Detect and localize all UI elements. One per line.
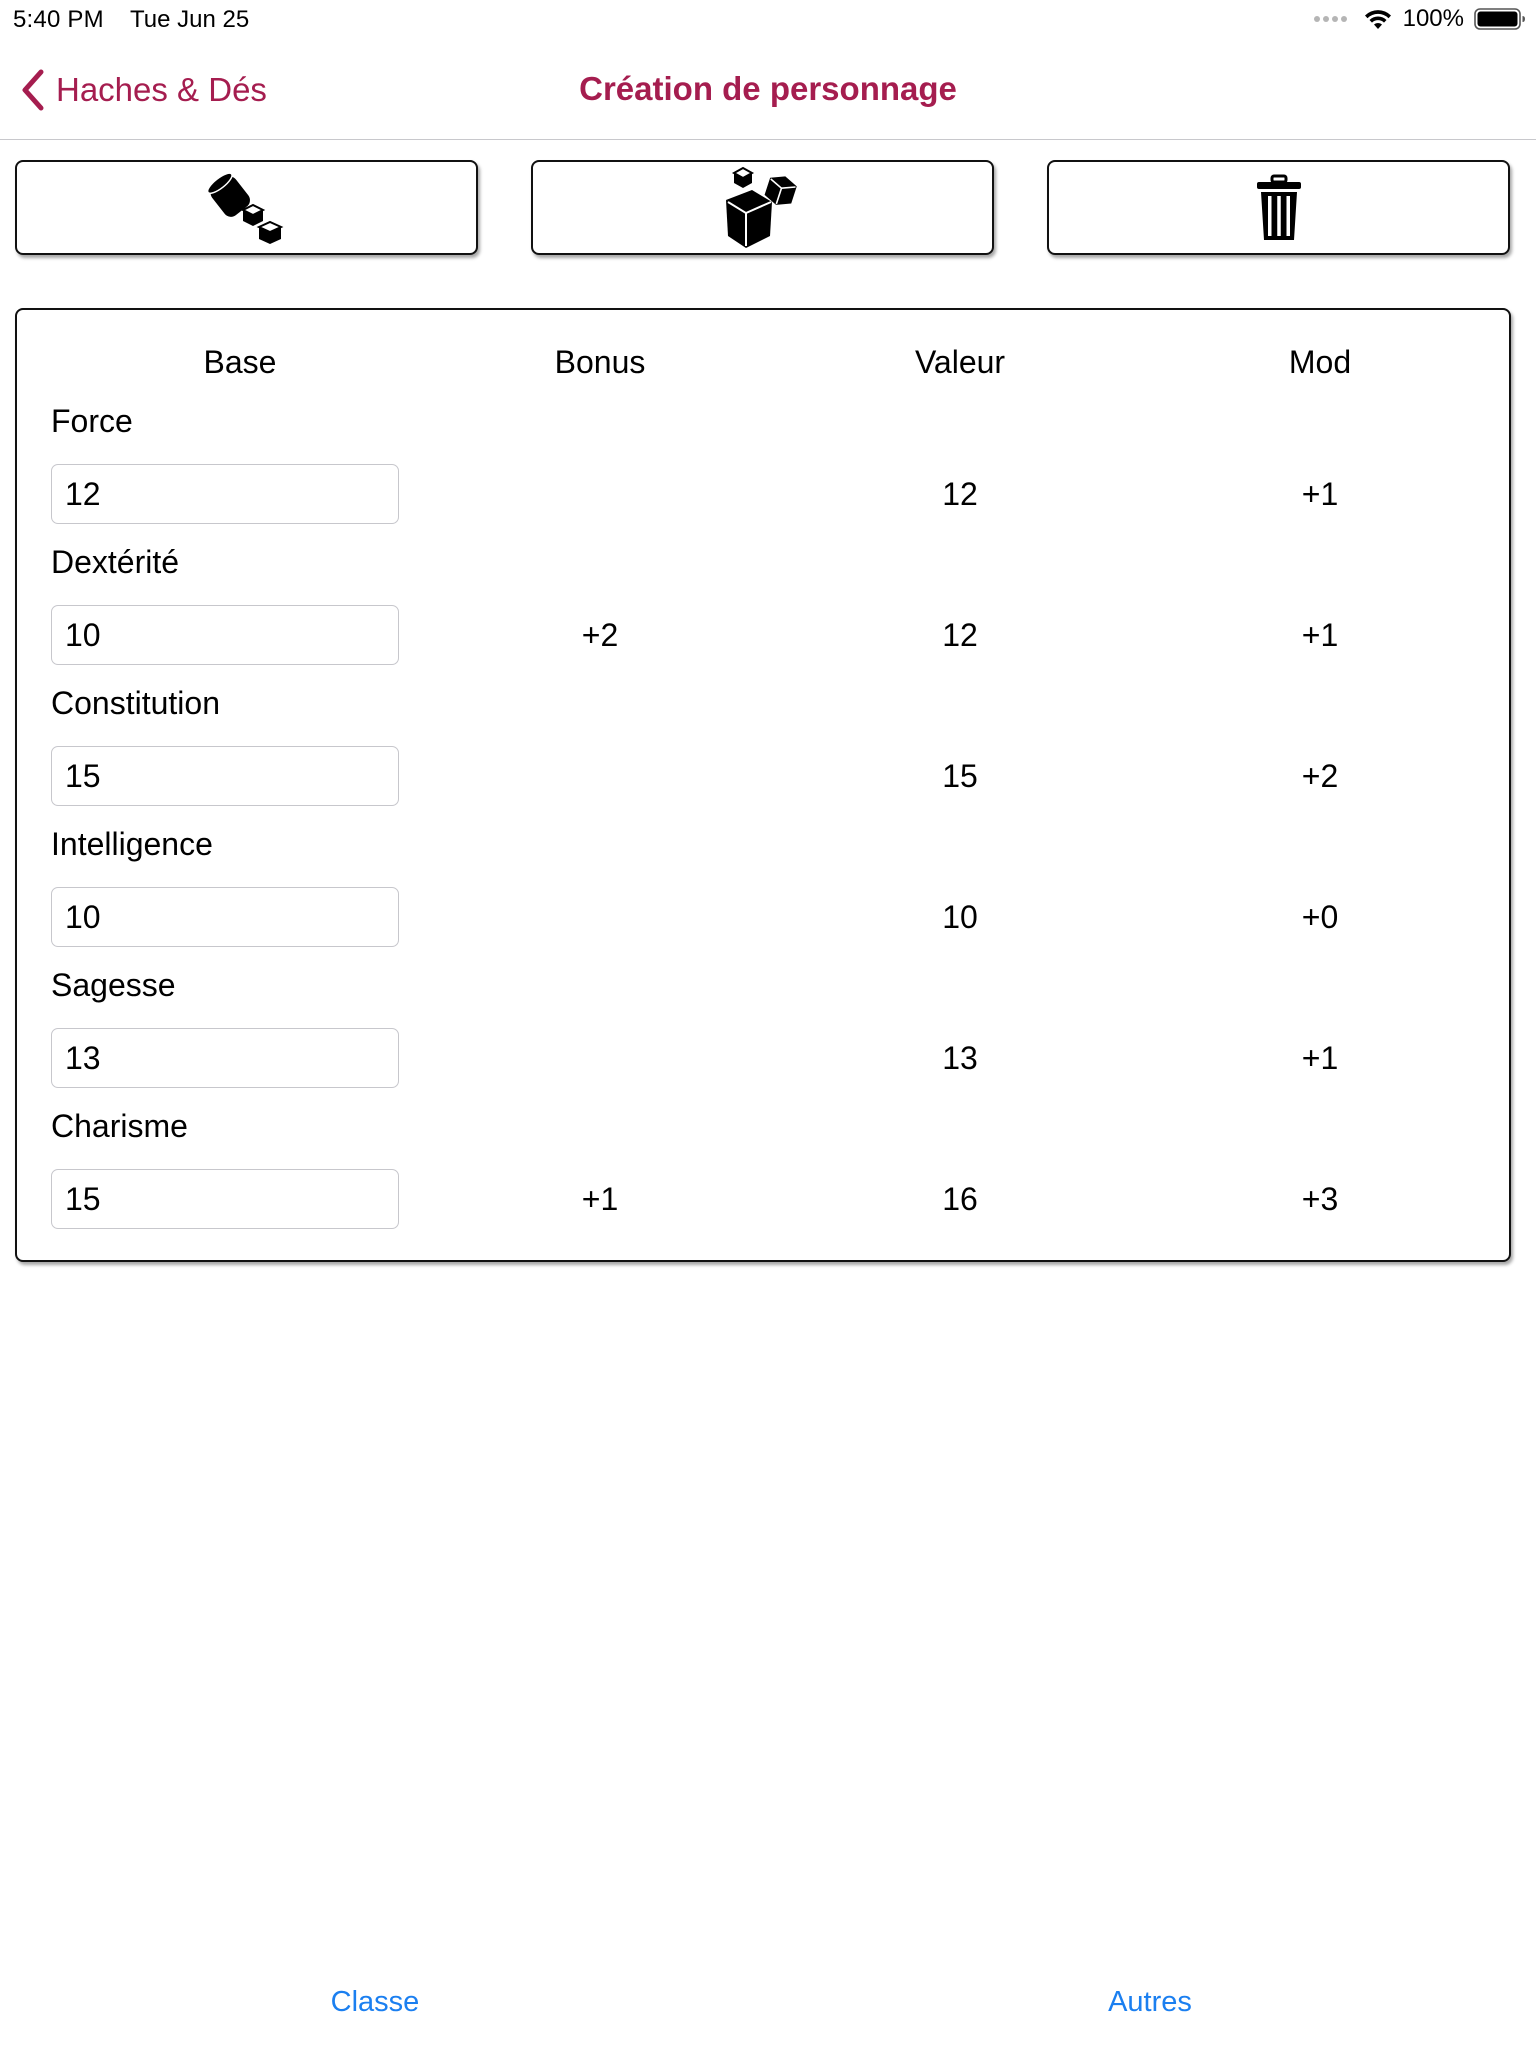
chevron-left-icon xyxy=(22,69,44,111)
stat-label-constitution: Constitution xyxy=(51,685,220,721)
header-bonus: Bonus xyxy=(554,344,646,380)
stat-input-intelligence[interactable] xyxy=(51,887,399,947)
dice-icon xyxy=(725,166,797,248)
stat-input-constitution[interactable] xyxy=(51,746,399,806)
status-date: Tue Jun 25 xyxy=(130,6,250,33)
wifi-icon xyxy=(1364,10,1391,29)
status-bar: 5:40 PM Tue Jun 25 100% xyxy=(0,0,1536,42)
stat-label-charisme: Charisme xyxy=(51,1108,188,1144)
stat-valeur-force: 12 xyxy=(942,476,978,512)
stat-mod-intelligence: +0 xyxy=(1301,899,1339,935)
status-time: 5:40 PM xyxy=(13,6,104,33)
stat-valeur-constitution: 15 xyxy=(942,758,978,794)
stat-mod-dexterite: +1 xyxy=(1301,617,1339,653)
stat-input-charisme[interactable] xyxy=(51,1169,399,1229)
header-base: Base xyxy=(203,344,277,380)
stat-label-sagesse: Sagesse xyxy=(51,967,176,1003)
stat-mod-constitution: +2 xyxy=(1301,758,1339,794)
ability-scores-panel: Base Bonus Valeur Mod Force 12 +1 Dextér… xyxy=(15,308,1511,1262)
stat-valeur-sagesse: 13 xyxy=(942,1040,978,1076)
stat-bonus-charisme: +1 xyxy=(581,1181,619,1217)
stat-input-sagesse[interactable] xyxy=(51,1028,399,1088)
status-indicators: 100% xyxy=(1313,5,1526,33)
navigation-bar: Haches & Dés Création de personnage xyxy=(0,42,1536,140)
stat-label-dexterite: Dextérité xyxy=(51,544,180,580)
header-mod: Mod xyxy=(1288,344,1352,380)
tab-classe[interactable]: Classe xyxy=(225,1986,525,2019)
stat-valeur-intelligence: 10 xyxy=(942,899,978,935)
stat-mod-sagesse: +1 xyxy=(1301,1040,1339,1076)
roll-dice-button[interactable] xyxy=(15,160,478,255)
stat-mod-charisme: +3 xyxy=(1301,1181,1339,1217)
dice-button[interactable] xyxy=(531,160,994,255)
screen: 5:40 PM Tue Jun 25 100% Haches & Dés Cré… xyxy=(0,0,1536,2048)
header-valeur: Valeur xyxy=(914,344,1006,380)
delete-button[interactable] xyxy=(1047,160,1510,255)
stat-mod-force: +1 xyxy=(1301,476,1339,512)
stat-valeur-charisme: 16 xyxy=(942,1181,978,1217)
rolling-dice-icon xyxy=(206,171,283,244)
trash-icon xyxy=(1256,174,1301,240)
tab-autres[interactable]: Autres xyxy=(1000,1986,1300,2019)
back-button-label: Haches & Dés xyxy=(56,71,267,108)
page-title: Création de personnage xyxy=(579,70,957,107)
stat-input-force[interactable] xyxy=(51,464,399,524)
stat-input-dexterite[interactable] xyxy=(51,605,399,665)
stat-valeur-dexterite: 12 xyxy=(942,617,978,653)
stat-bonus-dexterite: +2 xyxy=(581,617,619,653)
battery-percentage: 100% xyxy=(1402,5,1464,32)
battery-icon xyxy=(1474,8,1525,30)
stat-label-force: Force xyxy=(51,403,133,439)
signal-dots-icon xyxy=(1313,16,1347,22)
stat-label-intelligence: Intelligence xyxy=(51,826,213,862)
back-button[interactable]: Haches & Dés xyxy=(20,68,267,112)
